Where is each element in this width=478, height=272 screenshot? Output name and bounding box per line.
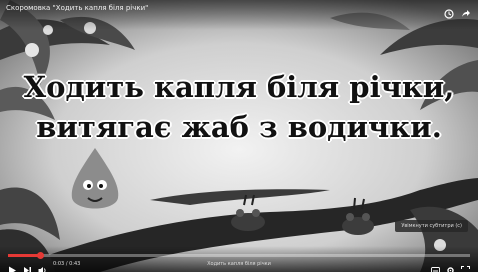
- tongue-twister-line-2: витягає жаб з водички.: [36, 110, 442, 144]
- top-controls: [444, 4, 470, 19]
- next-icon[interactable]: [23, 260, 32, 272]
- progress-played: [8, 254, 41, 257]
- control-bar: 0:03 / 0:43: [8, 258, 470, 272]
- share-icon[interactable]: [460, 4, 470, 17]
- gear-icon[interactable]: [446, 260, 455, 272]
- clock-icon[interactable]: [444, 4, 454, 19]
- video-title[interactable]: Скоромовка "Ходить капля біля річки": [6, 4, 148, 12]
- subtitles-tooltip: Увімкнути субтитри (c): [395, 220, 468, 232]
- fullscreen-icon[interactable]: [461, 260, 470, 272]
- video-player[interactable]: Скоромовка "Ходить капля біля річки" Ход…: [0, 0, 478, 272]
- volume-icon[interactable]: [38, 260, 47, 272]
- progress-bar[interactable]: [8, 252, 470, 259]
- time-display: 0:03 / 0:43: [53, 261, 81, 267]
- play-icon[interactable]: [8, 260, 17, 272]
- tongue-twister-line-1: Ходить капля біля річки,: [23, 70, 455, 104]
- subtitles-icon[interactable]: [431, 260, 440, 272]
